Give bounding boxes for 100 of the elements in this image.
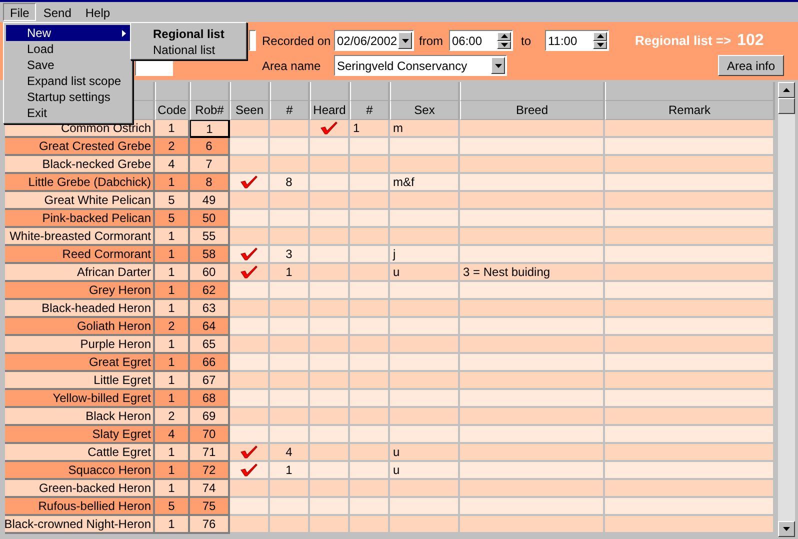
table-cell: m bbox=[390, 120, 460, 138]
table-cell: 1 bbox=[155, 480, 190, 498]
menu-item[interactable]: Exit bbox=[6, 105, 130, 121]
time-field[interactable]: 11:00 bbox=[545, 30, 609, 51]
species-cell: Slaty Egret bbox=[5, 426, 155, 444]
column-header[interactable]: # bbox=[270, 101, 310, 120]
menu-item[interactable]: Regional list bbox=[133, 25, 244, 41]
down-arrow-icon bbox=[596, 42, 604, 47]
species-cell: Black Heron bbox=[5, 408, 155, 426]
table-cell bbox=[350, 174, 390, 192]
column-header[interactable]: Heard bbox=[310, 101, 350, 120]
table-cell: 1 bbox=[155, 336, 190, 354]
column-header[interactable]: Sex bbox=[390, 101, 460, 120]
table-cell bbox=[270, 138, 310, 156]
species-count: 102 bbox=[737, 30, 764, 50]
column-header[interactable]: Rob# bbox=[190, 101, 230, 120]
table-cell bbox=[270, 516, 310, 534]
table-cell: 1 bbox=[155, 516, 190, 534]
scroll-down-button[interactable] bbox=[778, 521, 795, 537]
up-arrow-icon bbox=[500, 34, 508, 38]
table-cell: 5 bbox=[155, 210, 190, 228]
table-cell: 72 bbox=[190, 462, 230, 480]
area-dropdown[interactable]: Seringveld Conservancy bbox=[334, 55, 507, 76]
table-cell bbox=[350, 336, 390, 354]
table-cell bbox=[390, 318, 460, 336]
table-cell: 71 bbox=[190, 444, 230, 462]
menu-item[interactable]: Startup settings bbox=[6, 89, 130, 105]
table-cell bbox=[350, 300, 390, 318]
table-cell bbox=[270, 156, 310, 174]
menu-item[interactable]: Send bbox=[36, 3, 78, 21]
table-cell bbox=[270, 282, 310, 300]
table-cell: 1 bbox=[270, 462, 310, 480]
table-cell bbox=[270, 300, 310, 318]
table-cell: 2 bbox=[155, 408, 190, 426]
table-cell: 1 bbox=[270, 264, 310, 282]
table-cell bbox=[270, 210, 310, 228]
menu-item[interactable]: New bbox=[6, 25, 130, 41]
dropdown-button[interactable] bbox=[398, 32, 412, 49]
spin-up-button[interactable] bbox=[593, 32, 607, 40]
table-cell: 6 bbox=[190, 138, 230, 156]
area-info-button[interactable]: Area info bbox=[718, 55, 784, 76]
table-cell bbox=[270, 498, 310, 516]
table-cell bbox=[270, 354, 310, 372]
table-cell bbox=[350, 372, 390, 390]
table-cell: 60 bbox=[190, 264, 230, 282]
time-field[interactable]: 06:00 bbox=[449, 30, 513, 51]
table-cell bbox=[350, 390, 390, 408]
table-cell: 5 bbox=[155, 498, 190, 516]
menu-item[interactable]: File bbox=[3, 3, 36, 21]
menu-item[interactable]: Load bbox=[6, 41, 130, 57]
species-cell: Black-headed Heron bbox=[5, 300, 155, 318]
header-cell bbox=[310, 82, 350, 101]
table-cell: u bbox=[390, 264, 460, 282]
table-cell: 55 bbox=[190, 228, 230, 246]
checkmark-icon bbox=[240, 175, 258, 189]
species-cell: Black-necked Grebe bbox=[5, 156, 155, 174]
menu-item[interactable]: Save bbox=[6, 57, 130, 73]
table-cell bbox=[350, 138, 390, 156]
table-cell bbox=[390, 336, 460, 354]
species-cell: African Darter bbox=[5, 264, 155, 282]
column-header[interactable]: Remark bbox=[605, 101, 775, 120]
header-cell bbox=[230, 82, 270, 101]
scrollbar[interactable] bbox=[778, 82, 795, 537]
caret-icon bbox=[494, 64, 502, 68]
table-cell bbox=[390, 228, 460, 246]
down-arrow-icon bbox=[500, 42, 508, 47]
menu-item[interactable]: Help bbox=[78, 3, 118, 21]
area-name-label: Area name bbox=[262, 58, 322, 74]
table-cell: 67 bbox=[190, 372, 230, 390]
date-field[interactable]: 02/06/2002 bbox=[334, 30, 414, 51]
dropdown-button[interactable] bbox=[491, 57, 505, 74]
table-cell: 2 bbox=[155, 318, 190, 336]
menu-item[interactable]: National list bbox=[133, 41, 244, 57]
table-cell: j bbox=[390, 246, 460, 264]
table-cell: 58 bbox=[190, 246, 230, 264]
checkmark-icon bbox=[240, 463, 258, 477]
table-cell: u bbox=[390, 462, 460, 480]
column-header[interactable]: Code bbox=[155, 101, 190, 120]
spin-up-button[interactable] bbox=[497, 32, 511, 40]
table-cell: 2 bbox=[155, 138, 190, 156]
column-header[interactable]: Seen bbox=[230, 101, 270, 120]
table-cell bbox=[350, 192, 390, 210]
table-cell bbox=[390, 408, 460, 426]
table-cell: 8 bbox=[270, 174, 310, 192]
table-cell: 64 bbox=[190, 318, 230, 336]
table-cell bbox=[390, 156, 460, 174]
scroll-up-button[interactable] bbox=[778, 82, 795, 98]
species-cell: Rufous-bellied Heron bbox=[5, 498, 155, 516]
scroll-thumb[interactable] bbox=[778, 98, 795, 114]
table-cell bbox=[350, 156, 390, 174]
input-field[interactable] bbox=[249, 30, 256, 51]
menu-item[interactable]: Expand list scope bbox=[6, 73, 130, 89]
table-cell: 1 bbox=[155, 264, 190, 282]
checkmark-icon bbox=[240, 265, 258, 279]
table-cell[interactable]: 1 bbox=[190, 120, 230, 138]
table-cell bbox=[390, 480, 460, 498]
column-header[interactable]: Breed bbox=[460, 101, 605, 120]
column-header[interactable]: # bbox=[350, 101, 390, 120]
table-cell bbox=[350, 408, 390, 426]
header-cell bbox=[270, 82, 310, 101]
